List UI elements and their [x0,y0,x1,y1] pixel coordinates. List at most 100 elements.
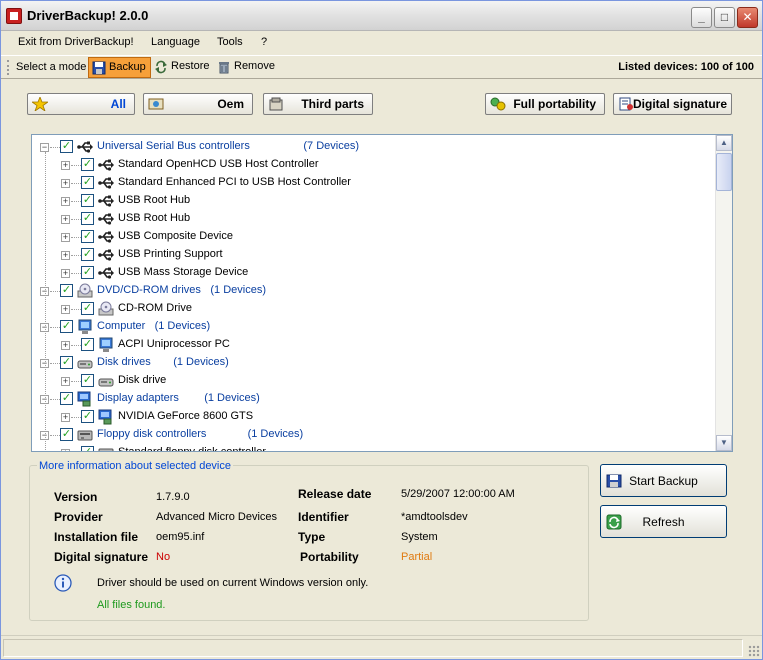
usb-icon [98,265,114,281]
listed-devices-count: Listed devices: 100 of 100 [618,61,754,73]
expand-toggle-icon[interactable]: + [61,413,70,422]
tree-device-row[interactable]: + ✓ USB Printing Support [32,246,717,264]
tree-checkbox[interactable]: ✓ [81,302,94,315]
expand-toggle-icon[interactable]: + [61,251,70,260]
driver-note: Driver should be used on current Windows… [97,577,369,589]
tree-device-row[interactable]: + ✓ CD-ROM Drive [32,300,717,318]
category-label: DVD/CD-ROM drives [97,284,201,296]
device-label: USB Root Hub [118,212,191,224]
tree-connector [71,201,81,202]
tree-checkbox[interactable]: ✓ [81,194,94,207]
usb-icon [98,229,114,245]
tree-category-row[interactable]: − ✓ Universal Serial Bus controllers (7 Dev… [32,138,717,156]
tree-device-row[interactable]: + ✓ USB Mass Storage Device [32,264,717,282]
menu-tools[interactable]: Tools [217,36,243,48]
tree-checkbox[interactable]: ✓ [60,320,73,333]
tree-device-row[interactable]: + ✓ USB Root Hub [32,192,717,210]
scroll-up-arrow-icon[interactable]: ▲ [716,135,732,151]
tree-checkbox[interactable]: ✓ [60,356,73,369]
menu-language[interactable]: Language [151,36,200,48]
scroll-thumb[interactable] [716,153,732,191]
filter-oem-button[interactable]: Oem [143,93,253,115]
expand-toggle-icon[interactable]: + [61,233,70,242]
tree-category-row[interactable]: − ✓ DVD/CD-ROM drives (1 Devices) [32,282,717,300]
tree-device-row[interactable]: + ✓ USB Composite Device [32,228,717,246]
resize-grip[interactable] [748,645,760,657]
cdrom-icon [98,301,114,317]
expand-toggle-icon[interactable]: + [61,215,70,224]
type-label: Type [298,530,326,544]
expand-toggle-icon[interactable]: + [61,377,70,386]
device-tree[interactable]: − ✓ Universal Serial Bus controllers (7 Dev… [31,134,733,452]
expand-toggle-icon[interactable]: + [61,161,70,170]
cdrom-icon [77,283,93,299]
menu-exit[interactable]: Exit from DriverBackup! [18,36,134,48]
tree-checkbox[interactable]: ✓ [81,230,94,243]
filter-third-parts-button[interactable]: Third parts [263,93,373,115]
tree-guide-line [45,152,46,451]
tree-checkbox[interactable]: ✓ [81,266,94,279]
scroll-down-arrow-icon[interactable]: ▼ [716,435,732,451]
tree-device-row[interactable]: + ✓ USB Root Hub [32,210,717,228]
menu-help[interactable]: ? [261,36,267,48]
tree-device-row[interactable]: + ✓ Standard floppy disk controller [32,444,717,451]
tree-connector [71,273,81,274]
tree-device-row[interactable]: + ✓ ACPI Uniprocessor PC [32,336,717,354]
usb-icon [98,157,114,173]
filter-all-button[interactable]: All [27,93,135,115]
minimize-button[interactable]: _ [691,7,712,28]
expand-toggle-icon[interactable]: + [61,197,70,206]
tree-checkbox[interactable]: ✓ [81,158,94,171]
category-label: Computer [97,320,146,332]
tree-checkbox[interactable]: ✓ [81,338,94,351]
tree-checkbox[interactable]: ✓ [81,410,94,423]
tree-checkbox[interactable]: ✓ [60,392,73,405]
tree-checkbox[interactable]: ✓ [81,212,94,225]
expand-toggle-icon[interactable]: + [61,269,70,278]
tree-checkbox[interactable]: ✓ [81,248,94,261]
filter-full-portability-button[interactable]: Full portability [485,93,605,115]
tree-device-row[interactable]: + ✓ Standard OpenHCD USB Host Controller [32,156,717,174]
tree-checkbox[interactable]: ✓ [81,446,94,451]
restore-mode-button[interactable]: Restore [151,57,214,78]
tree-checkbox[interactable]: ✓ [60,140,73,153]
expand-toggle-icon[interactable]: + [61,341,70,350]
tree-device-row[interactable]: + ✓ NVIDIA GeForce 8600 GTS [32,408,717,426]
collapse-toggle-icon[interactable]: − [40,143,49,152]
remove-mode-button[interactable]: Remove [214,57,279,78]
tree-checkbox[interactable]: ✓ [81,176,94,189]
close-button[interactable]: ✕ [737,7,758,28]
tree-device-row[interactable]: + ✓ Standard Enhanced PCI to USB Host Cont… [32,174,717,192]
tree-connector [71,165,81,166]
refresh-button[interactable]: Refresh [600,505,727,538]
backup-mode-button[interactable]: Backup [88,57,151,78]
disk-drive-icon [98,373,114,389]
tree-category-row[interactable]: − ✓ Display adapters (1 Devices) [32,390,717,408]
tree-checkbox[interactable]: ✓ [81,374,94,387]
status-pane [3,639,743,657]
filter-digital-signature-button[interactable]: Digital signature [613,93,732,115]
floppy-controller-icon [98,445,114,451]
tree-scrollbar[interactable]: ▲ ▼ [715,135,732,451]
status-bar [1,635,762,659]
tree-category-row[interactable]: − ✓ Computer (1 Devices) [32,318,717,336]
tree-checkbox[interactable]: ✓ [60,284,73,297]
tree-category-row[interactable]: − ✓ Floppy disk controllers (1 Devices) [32,426,717,444]
expand-toggle-icon[interactable]: + [61,179,70,188]
category-label: Universal Serial Bus controllers [97,140,250,152]
toolbar-grip[interactable] [7,60,9,75]
expand-toggle-icon[interactable]: + [61,449,70,451]
third-party-package-icon [269,97,283,111]
category-device-count: (1 Devices) [154,320,211,332]
version-label: Version [54,490,98,504]
tree-category-row[interactable]: − ✓ Disk drives (1 Devices) [32,354,717,372]
device-label: USB Composite Device [118,230,233,242]
maximize-button[interactable]: □ [714,7,735,28]
tree-device-row[interactable]: + ✓ Disk drive [32,372,717,390]
computer-icon [98,337,114,353]
start-backup-button[interactable]: Start Backup [600,464,727,497]
expand-toggle-icon[interactable]: + [61,305,70,314]
tree-connector [71,255,81,256]
title-bar[interactable]: DriverBackup! 2.0.0 _ □ ✕ [1,1,762,31]
tree-checkbox[interactable]: ✓ [60,428,73,441]
